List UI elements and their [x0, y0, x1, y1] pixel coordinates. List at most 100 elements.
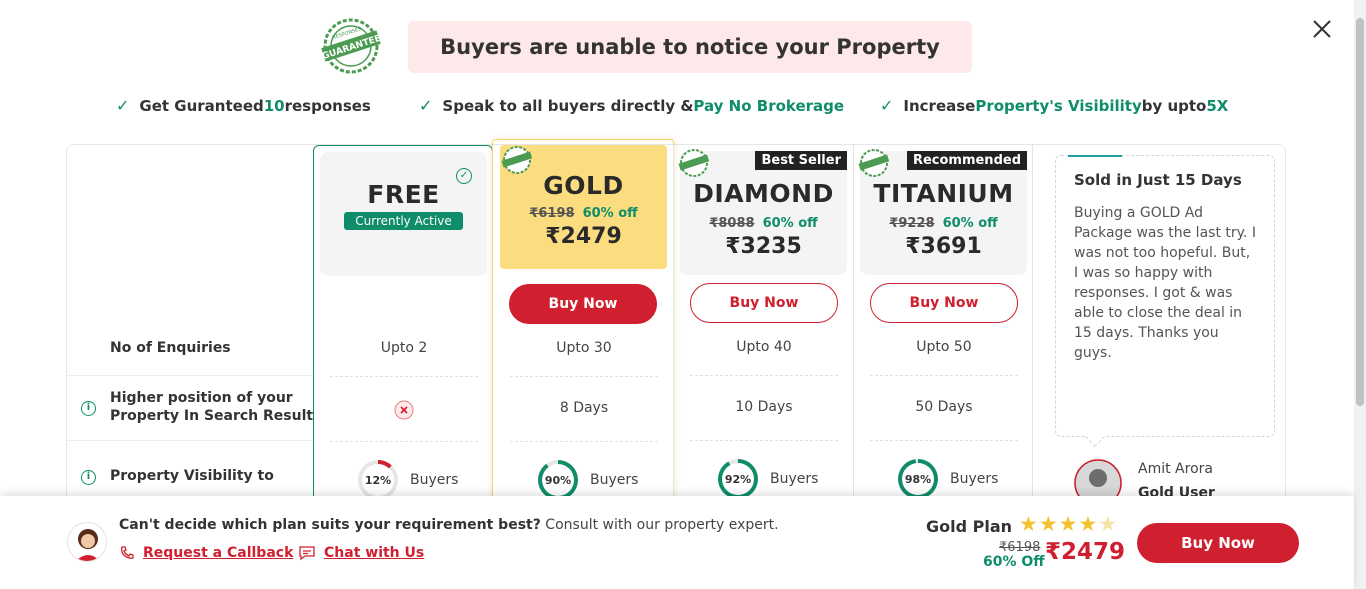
plan-price: ₹2479	[545, 224, 622, 249]
close-icon[interactable]	[1309, 16, 1335, 42]
star-icon: ★	[1019, 512, 1039, 536]
benefit-highlight: Property's Visibility	[975, 96, 1142, 115]
chat-with-us-label: Chat with Us	[324, 545, 425, 561]
price-row: ₹9228 60% off	[860, 216, 1027, 231]
plan-price: ₹3235	[725, 234, 802, 259]
bottom-cta-bar: Can't decide which plan suits your requi…	[0, 496, 1354, 589]
search-position-value: 50 Days	[915, 399, 973, 415]
search-position-value: 10 Days	[735, 399, 793, 415]
selected-plan-price: ₹2479	[1045, 539, 1126, 565]
feature-label-visibility: Property Visibility to	[110, 468, 274, 484]
discount: 60% Off	[983, 554, 1045, 570]
request-callback-label: Request a Callback	[143, 545, 294, 561]
enquiries-value: Upto 40	[736, 339, 792, 355]
row-divider	[870, 375, 1018, 376]
benefit-guaranteed-responses: ✓ Get Guranteed 10 responses	[116, 96, 371, 115]
star-icon: ★	[1098, 512, 1119, 536]
feature-label-enquiries: No of Enquiries	[110, 340, 231, 356]
visibility-buyers-label: Buyers	[590, 472, 639, 488]
consult-question: Can't decide which plan suits your requi…	[119, 517, 541, 533]
info-icon[interactable]: i	[81, 470, 96, 485]
check-icon: ✓	[419, 96, 433, 115]
visibility-value: 90% Buyers	[538, 460, 638, 500]
old-price: ₹6198	[529, 206, 575, 221]
benefit-no-brokerage: ✓ Speak to all buyers directly & Pay No …	[419, 96, 844, 115]
plan-header-free: ✓ FREE Currently Active	[320, 152, 487, 276]
rating-stars: ★★★★★	[1019, 512, 1118, 536]
plan-column-free: ✓ FREE Currently Active Upto 2 12% Buyer…	[313, 145, 493, 505]
discount: 60% off	[582, 206, 638, 221]
search-position-value	[330, 400, 478, 424]
benefits-row: ✓ Get Guranteed 10 responses ✓ Speak to …	[0, 96, 1354, 120]
plan-column-titanium: Recommended TITANIUM ₹9228 60% off ₹3691 …	[853, 145, 1033, 505]
guarantee-seal-icon	[678, 149, 710, 177]
row-divider	[690, 440, 838, 441]
chat-with-us-link[interactable]: Chat with Us	[298, 545, 424, 561]
benefit-text: Get Guranteed	[139, 96, 264, 115]
request-callback-link[interactable]: Request a Callback	[119, 545, 293, 561]
visibility-value: 98% Buyers	[898, 459, 998, 499]
search-position-value: 8 Days	[559, 400, 609, 416]
visibility-buyers-label: Buyers	[950, 471, 999, 487]
plan-price: ₹3691	[905, 234, 982, 259]
best-seller-ribbon: Best Seller	[755, 151, 847, 170]
visibility-percent: 12%	[362, 464, 394, 496]
buy-now-button[interactable]: Buy Now	[1137, 523, 1299, 563]
visibility-ring: 98%	[898, 459, 938, 499]
accent-line	[1068, 155, 1122, 157]
buy-now-button-titanium[interactable]: Buy Now	[870, 283, 1018, 323]
scrollbar-thumb[interactable]	[1356, 18, 1364, 406]
plan-name: GOLD	[543, 171, 624, 200]
plan-name: FREE	[367, 180, 440, 209]
expert-avatar	[67, 522, 107, 562]
visibility-percent: 92%	[722, 463, 754, 495]
benefit-highlight: 5X	[1206, 96, 1229, 115]
visibility-buyers-label: Buyers	[410, 472, 459, 488]
testimonial-user-name: Amit Arora	[1138, 461, 1213, 477]
enquiries-value: Upto 2	[380, 340, 428, 356]
visibility-ring: 90%	[538, 460, 578, 500]
buy-now-button-gold[interactable]: Buy Now	[509, 284, 657, 324]
row-divider	[690, 375, 838, 376]
visibility-buyers-label: Buyers	[770, 471, 819, 487]
star-icon: ★	[1038, 512, 1059, 536]
row-divider	[870, 440, 1018, 441]
old-price: ₹9228	[889, 216, 935, 231]
benefit-text: Increase	[903, 96, 976, 115]
guarantee-seal-icon: GUARANTEE RESPONSES	[318, 18, 384, 74]
guarantee-seal-icon	[858, 149, 890, 177]
row-divider	[330, 441, 478, 442]
discount: 60% off	[762, 216, 818, 231]
testimonial-text: Buying a GOLD Ad Package was the last tr…	[1074, 205, 1256, 361]
info-icon[interactable]: i	[81, 401, 96, 416]
plan-column-diamond: Best Seller DIAMOND ₹8088 60% off ₹3235 B…	[673, 145, 853, 505]
visibility-percent: 90%	[542, 464, 574, 496]
enquiries-value: Upto 50	[916, 339, 972, 355]
buy-now-button-diamond[interactable]: Buy Now	[690, 283, 838, 323]
old-price: ₹8088	[709, 216, 755, 231]
benefit-text: Speak to all buyers directly &	[442, 96, 694, 115]
star-icon: ★	[1058, 512, 1079, 536]
row-divider	[510, 441, 658, 442]
plan-column-gold: GOLD ₹6198 60% off ₹2479 Buy Now Upto 30 …	[492, 139, 674, 505]
plan-name: DIAMOND	[693, 179, 834, 208]
price-row: ₹6198 60% off	[500, 206, 667, 221]
star-icon: ★	[1078, 512, 1099, 536]
visibility-ring: 12%	[358, 460, 398, 500]
visibility-value: 92% Buyers	[718, 459, 818, 499]
feature-divider	[67, 440, 313, 441]
visibility-value: 12% Buyers	[358, 460, 458, 500]
consult-subtext: Consult with our property expert.	[540, 517, 779, 533]
scrollbar[interactable]	[1354, 0, 1366, 589]
headline-text: Buyers are unable to notice your Propert…	[440, 35, 940, 59]
feature-divider	[67, 375, 313, 376]
benefit-visibility: ✓ Increase Property's Visibility by upto…	[880, 96, 1228, 115]
chat-icon	[299, 546, 315, 561]
plan-name: TITANIUM	[873, 179, 1014, 208]
currently-active-badge: Currently Active	[344, 212, 463, 230]
visibility-ring: 92%	[718, 459, 758, 499]
visibility-percent: 98%	[902, 463, 934, 495]
guarantee-seal-icon	[501, 146, 533, 174]
row-divider	[330, 376, 478, 377]
benefit-highlight: 10	[263, 96, 285, 115]
